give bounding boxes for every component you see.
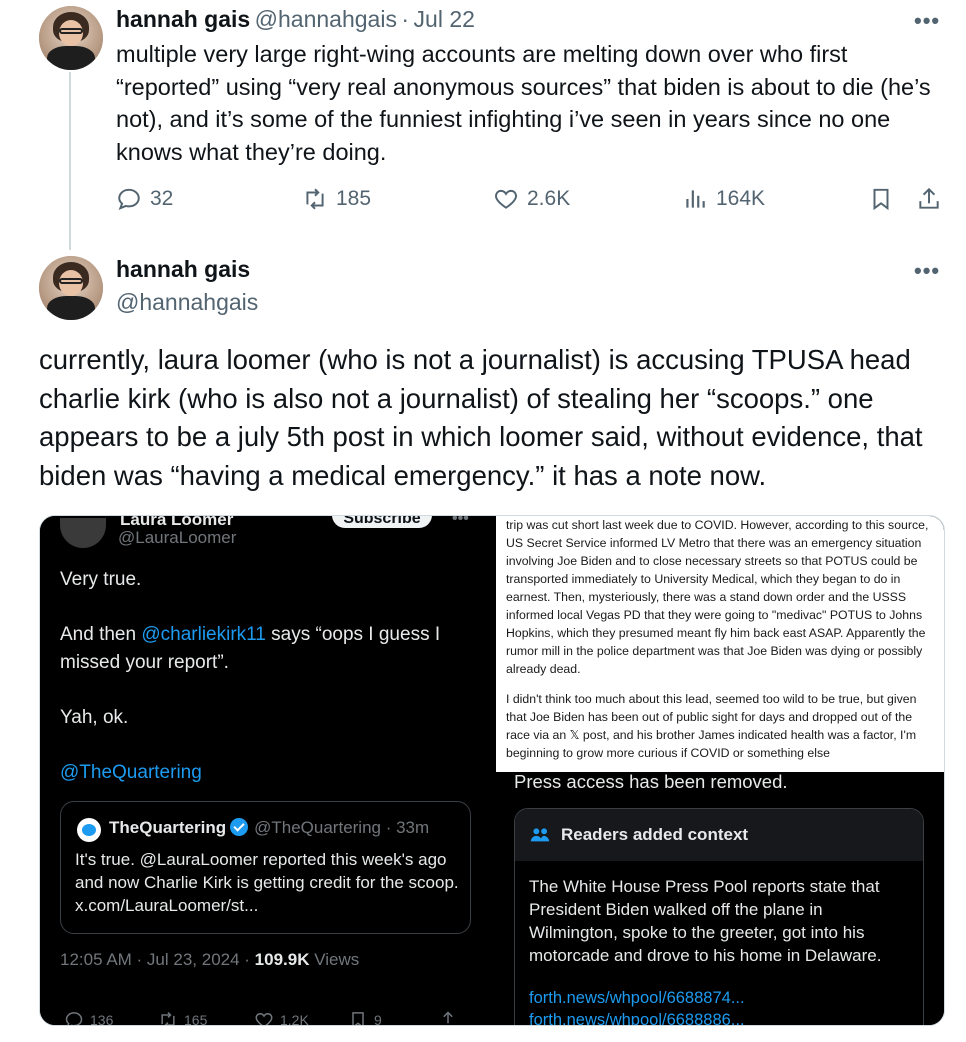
note-link: forth.news/whpool/6688886... [529,1011,745,1026]
share-icon [443,1011,453,1024]
author-name[interactable]: hannah gais [116,6,250,32]
author-handle[interactable]: @hannahgais [116,289,258,316]
reply-icon [118,188,140,210]
repost-count: 185 [336,187,372,210]
views-count: 164K [716,187,766,210]
post-meta: 12:05 AM · Jul 23, 2024 · 109.9K Views [60,950,360,969]
author-handle: @LauraLoomer [118,528,237,547]
reply-count: 32 [150,187,174,210]
share-button[interactable] [916,186,942,212]
article-excerpt: trip was cut short last week due to COVI… [496,516,944,772]
verified-badge-icon [230,818,249,836]
repost-icon [306,188,324,210]
share-icon [919,187,939,209]
share-stat [438,1010,458,1025]
article-paragraph: I didn't think too much about this lead,… [506,692,917,760]
more-options-icon[interactable]: ••• [914,8,940,34]
note-body: The White House Press Pool reports state… [515,861,923,1026]
avatar [77,818,101,842]
repost-button[interactable]: 185 [302,186,371,212]
avatar[interactable] [39,6,103,70]
repost-icon [161,1011,175,1025]
tweet-date[interactable]: Jul 22 [414,6,475,32]
people-icon [530,828,550,842]
author-handle[interactable]: @hannahgais [255,6,397,32]
note-title: Readers added context [561,825,749,844]
views-button[interactable]: 164K [682,186,765,212]
repost-stat: 165 [158,1010,207,1025]
mention-link: @charliekirk11 [141,624,266,645]
heart-icon [255,1012,273,1025]
post-line: Very true. [60,569,142,590]
like-button[interactable]: 2.6K [493,186,570,212]
note-links: forth.news/whpool/6688874... forth.news/… [529,987,909,1026]
bookmark-icon [873,188,889,211]
screenshot-loomer-post[interactable]: Laura Loomer @LauraLoomer Subscribe ••• … [40,516,492,1025]
note-text: The White House Press Pool reports state… [529,877,882,965]
avatar [60,518,106,548]
subscribe-button: Subscribe [332,516,432,528]
reply-icon [65,1012,83,1025]
reply-stat: 136 [64,1010,113,1025]
quoted-post: TheQuartering @TheQuartering · 33m It's t… [60,801,471,934]
views-chart-icon [686,190,705,208]
tweet-header: hannah gais @hannahgais · Jul 22 [116,6,475,33]
avatar[interactable] [39,256,103,320]
tweet-text: multiple very large right-wing accounts … [116,41,931,165]
bookmark-button[interactable] [868,186,894,212]
article-paragraph: trip was cut short last week due to COVI… [506,518,929,676]
community-note: Readers added context The White House Pr… [514,808,924,1026]
thread-connector-line [69,72,71,250]
note-link: forth.news/whpool/6688874... [529,989,745,1007]
mention-link: @TheQuartering [60,762,202,783]
quoted-text: It's true. @LauraLoomer reported this we… [75,850,459,915]
post-line: And then @charliekirk11 says “oops I gue… [60,624,441,673]
attached-images[interactable]: Laura Loomer @LauraLoomer Subscribe ••• … [39,515,945,1026]
screenshot-article-and-note[interactable]: trip was cut short last week due to COVI… [496,516,944,1026]
separator: · [401,6,410,32]
more-options-icon[interactable]: ••• [914,258,940,284]
reply-button[interactable]: 32 [116,186,173,212]
like-stat: 1.2K [254,1010,309,1025]
like-count: 2.6K [527,187,571,210]
community-note-header: Readers added context [515,809,923,861]
post-actions: 136 165 1.2K 9 [60,1010,480,1025]
tweet-actions: 32 185 2.6K 164K [116,186,946,218]
heart-icon [495,189,517,209]
bookmark-icon [352,1012,364,1025]
more-options-icon: ••• [452,516,469,527]
post-body: Very true. And then @charliekirk11 says … [60,566,480,814]
tweet-text: currently, laura loomer (who is not a jo… [39,344,923,491]
author-name[interactable]: hannah gais [116,256,250,283]
post-line: Yah, ok. [60,707,129,728]
quoted-author: TheQuartering @TheQuartering · 33m [109,818,430,837]
bookmark-stat: 9 [348,1010,382,1025]
press-access-text: Press access has been removed. [514,771,788,792]
